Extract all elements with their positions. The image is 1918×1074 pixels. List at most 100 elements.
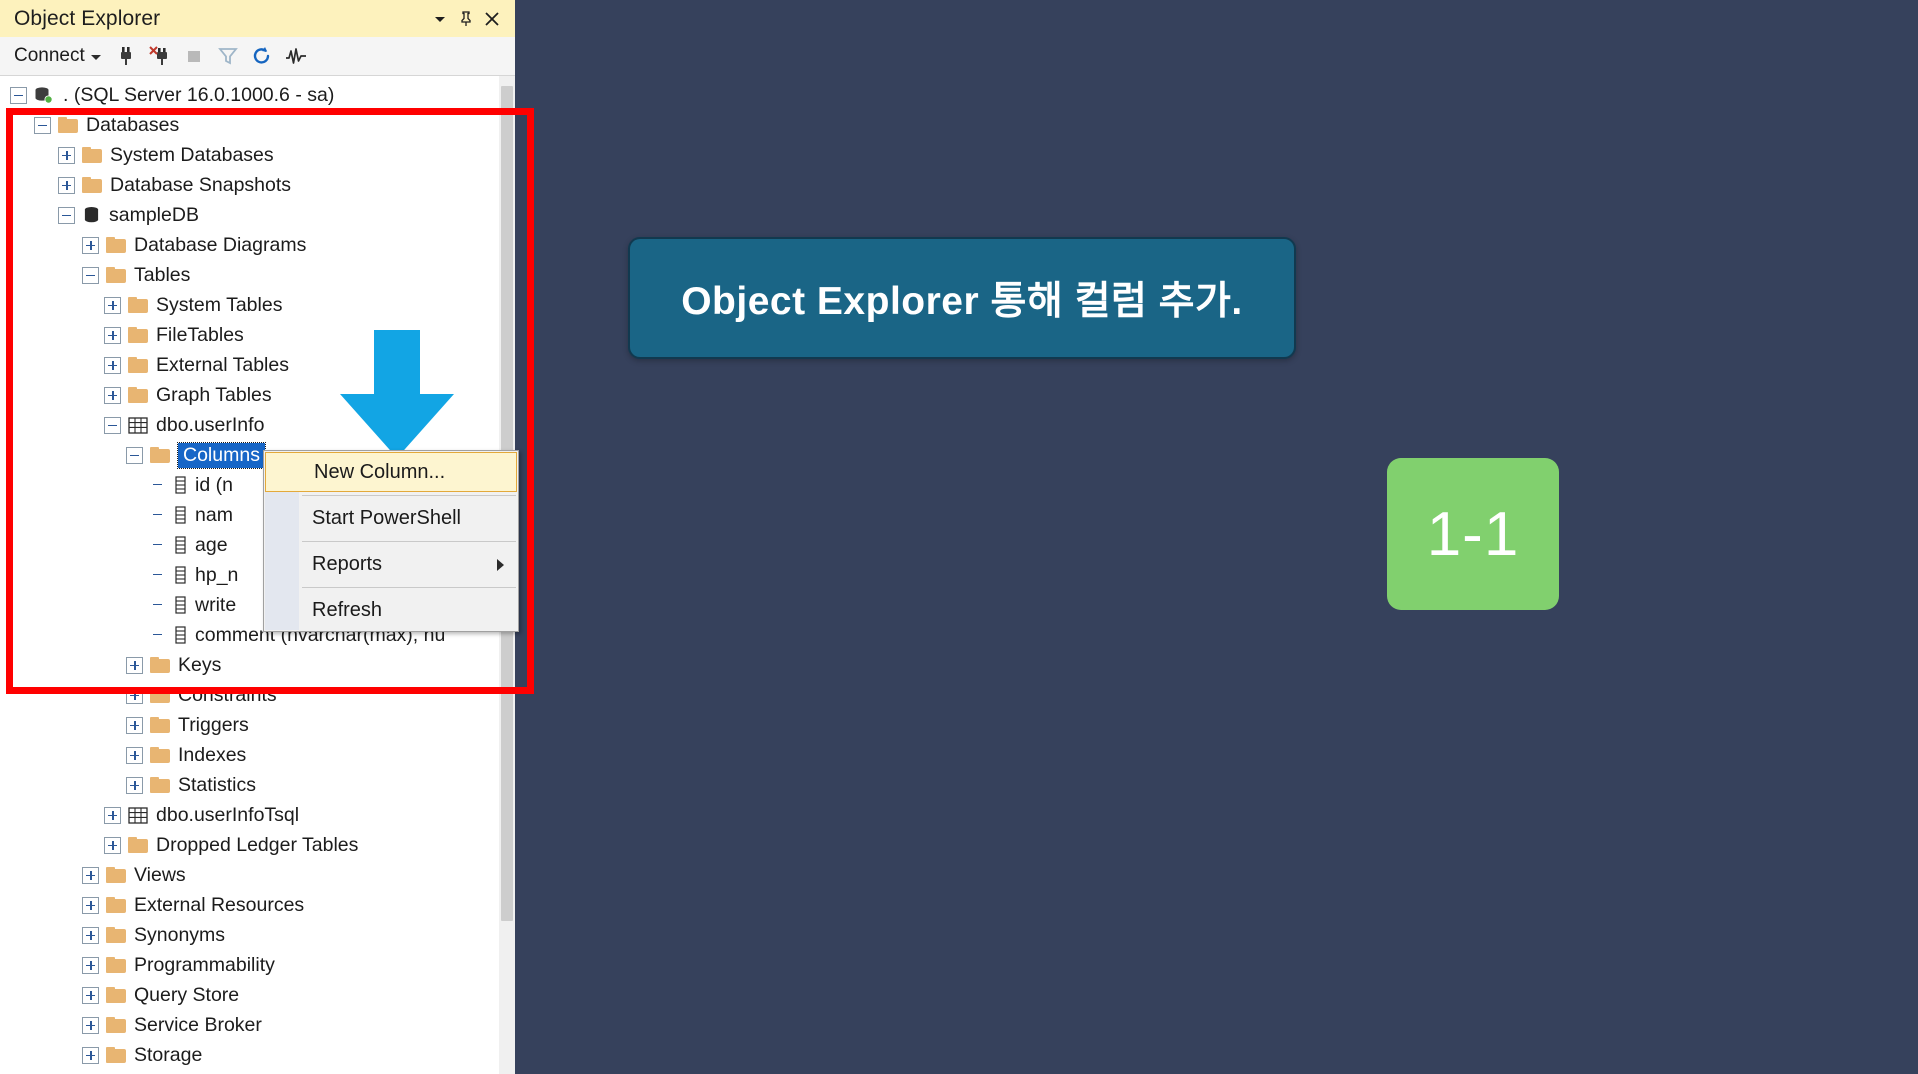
tree-node-label: Triggers [178,713,249,736]
folder-icon [82,147,102,163]
callout-banner: Object Explorer 통해 컬럼 추가. [628,237,1296,359]
tree-node[interactable]: Synonyms [0,920,499,950]
tree-node[interactable]: Databases [0,110,499,140]
expand-icon[interactable] [126,686,143,704]
collapse-icon[interactable] [10,86,27,104]
tree-node[interactable]: Statistics [0,770,499,800]
tree-node[interactable]: System Tables [0,290,499,320]
tree-node[interactable]: Programmability [0,950,499,980]
tree-expander-none [150,597,167,614]
expand-icon[interactable] [58,146,75,164]
tree-node-label: dbo.userInfo [156,413,265,436]
expand-icon[interactable] [82,1016,99,1034]
tree-expander-none [150,507,167,524]
step-badge: 1-1 [1387,458,1559,610]
table-icon [128,806,148,824]
folder-icon [150,687,170,703]
tree-node[interactable]: Tables [0,260,499,290]
close-icon[interactable] [479,6,505,32]
tree-node[interactable]: Service Broker [0,1010,499,1040]
connect-button[interactable]: Connect [10,43,107,69]
tree-node-label: Tables [134,263,191,286]
tree-node[interactable]: Indexes [0,740,499,770]
tree-node[interactable]: . (SQL Server 16.0.1000.6 - sa) [0,80,499,110]
tree-node[interactable]: Triggers [0,710,499,740]
expand-icon[interactable] [104,326,121,344]
expand-icon[interactable] [126,716,143,734]
tree-node[interactable]: External Resources [0,890,499,920]
tree-expander-none [150,567,167,584]
menu-separator [302,495,516,496]
menu-item-new-column[interactable]: New Column... [265,452,517,492]
panel-title: Object Explorer [14,6,161,30]
tree-node-label: nam [195,503,233,526]
dropdown-icon[interactable] [427,6,453,32]
expand-icon[interactable] [104,356,121,374]
expand-icon[interactable] [126,746,143,764]
expand-icon[interactable] [104,836,121,854]
column-icon [174,626,187,644]
column-icon [174,566,187,584]
tree-node-label: age [195,533,228,556]
expand-icon[interactable] [82,236,99,254]
collapse-icon[interactable] [104,416,121,434]
folder-icon [106,1017,126,1033]
tree-node[interactable]: Views [0,860,499,890]
column-icon [174,506,187,524]
expand-icon[interactable] [104,386,121,404]
tree-node-label: External Resources [134,893,305,916]
object-explorer-toolbar: Connect [0,37,515,76]
filter-icon[interactable] [213,41,243,71]
expand-icon[interactable] [82,926,99,944]
submenu-arrow-icon [497,558,504,571]
tree-expander-none [150,477,167,494]
tree-node-label: External Tables [156,353,289,376]
activity-monitor-icon[interactable] [281,41,311,71]
tree-node-label: Views [134,863,186,886]
chevron-down-icon [90,55,101,60]
expand-icon[interactable] [82,866,99,884]
menu-item-reports[interactable]: Reports [264,545,518,584]
expand-icon[interactable] [82,956,99,974]
collapse-icon[interactable] [34,116,51,134]
tree-node-label: dbo.userInfoTsql [156,803,300,826]
folder-icon [106,237,126,253]
stop-icon [179,41,209,71]
tree-node[interactable]: Constraints [0,680,499,710]
menu-item-start-powershell[interactable]: Start PowerShell [264,499,518,538]
tree-node[interactable]: Storage [0,1040,499,1070]
tree-node[interactable]: Dropped Ledger Tables [0,830,499,860]
expand-icon[interactable] [104,806,121,824]
column-icon [174,536,187,554]
expand-icon[interactable] [104,296,121,314]
menu-item-refresh[interactable]: Refresh [264,591,518,630]
refresh-icon[interactable] [247,41,277,71]
folder-icon [128,387,148,403]
collapse-icon[interactable] [82,266,99,284]
expand-icon[interactable] [126,656,143,674]
tree-node-label: Keys [178,653,222,676]
expand-icon[interactable] [82,896,99,914]
pin-icon[interactable] [453,6,479,32]
folder-icon [106,897,126,913]
tree-node[interactable]: Database Diagrams [0,230,499,260]
expand-icon[interactable] [82,986,99,1004]
folder-icon [150,717,170,733]
tree-node[interactable]: Query Store [0,980,499,1010]
tree-node[interactable]: sampleDB [0,200,499,230]
expand-icon[interactable] [126,776,143,794]
expand-icon[interactable] [82,1046,99,1064]
tree-node[interactable]: dbo.userInfoTsql [0,800,499,830]
folder-icon [150,777,170,793]
connect-object-explorer-icon[interactable] [111,41,141,71]
folder-icon [150,747,170,763]
folder-icon [106,1047,126,1063]
tree-node[interactable]: System Databases [0,140,499,170]
expand-icon[interactable] [58,176,75,194]
collapse-icon[interactable] [58,206,75,224]
tree-node-label: Storage [134,1043,203,1066]
disconnect-object-explorer-icon[interactable] [145,41,175,71]
tree-node[interactable]: Database Snapshots [0,170,499,200]
tree-node[interactable]: Keys [0,650,499,680]
collapse-icon[interactable] [126,446,143,464]
